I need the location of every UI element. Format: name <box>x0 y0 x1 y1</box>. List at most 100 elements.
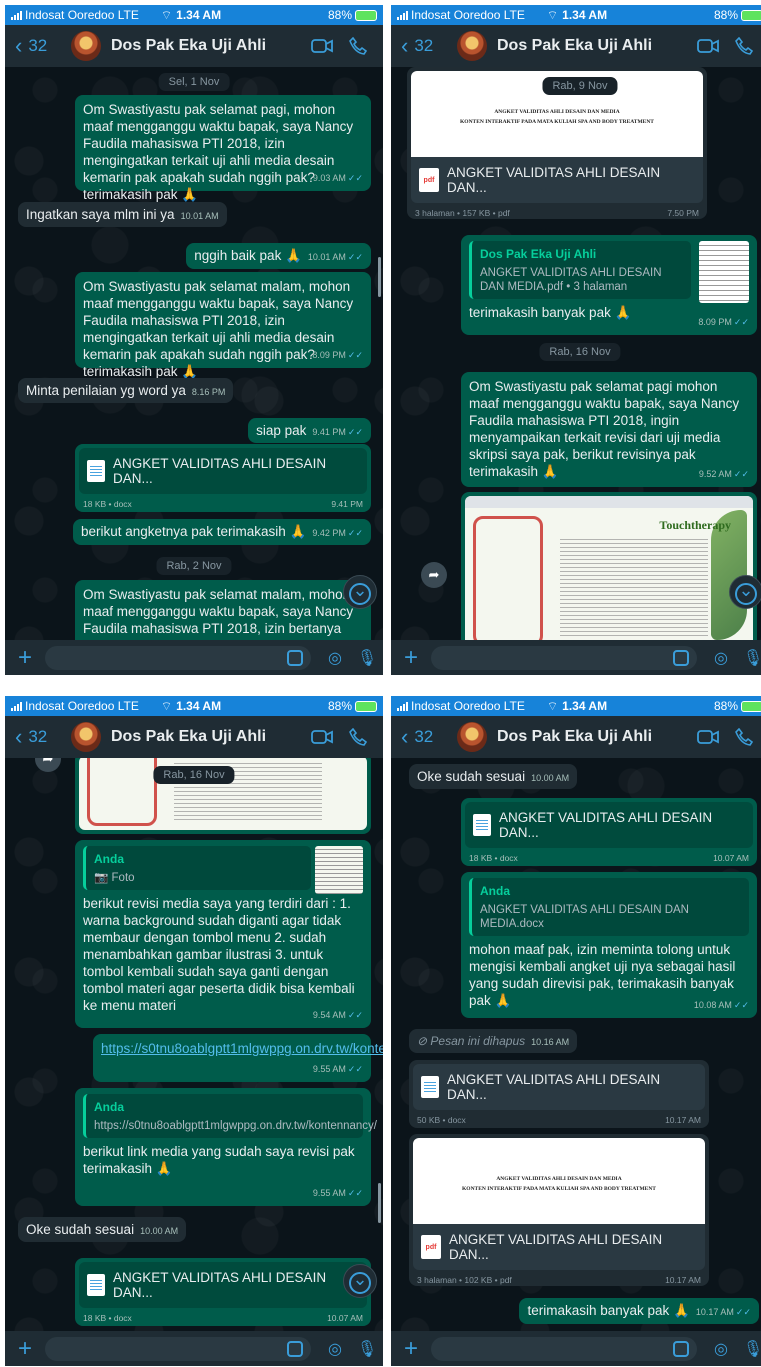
video-call-icon[interactable] <box>697 729 719 745</box>
message-incoming[interactable]: Oke sudah sesuai 10.00 AM <box>18 1217 187 1242</box>
message-input[interactable] <box>431 645 697 670</box>
annotation-box <box>87 758 157 826</box>
carrier-label: Indosat Ooredoo LTE <box>25 8 139 22</box>
image-thumbnail: Touchtherapy <box>465 496 753 640</box>
plus-icon[interactable]: + <box>391 644 431 672</box>
back-button[interactable]: ‹ 32 <box>401 35 457 57</box>
scrollbar[interactable] <box>378 1183 381 1223</box>
deleted-message[interactable]: ⊘ Pesan ini dihapus 10.16 AM <box>409 1029 578 1053</box>
scroll-down-icon[interactable] <box>729 575 761 609</box>
mic-icon[interactable]: 🎙 <box>351 648 383 668</box>
chat-area[interactable]: Oke sudah sesuai 10.00 AM ANGKET VALIDITA… <box>391 758 761 1331</box>
phone-icon[interactable] <box>349 37 367 55</box>
doc-icon <box>87 460 105 482</box>
browser-bar <box>465 496 753 508</box>
message-incoming[interactable]: Minta penilaian yg word ya 8.16 PM <box>18 378 234 403</box>
document-name: ANGKET VALIDITAS AHLI DESAIN DAN... <box>499 810 713 840</box>
sticker-icon[interactable] <box>287 1340 303 1357</box>
message-outgoing[interactable]: nggih baik pak 🙏 10.01 AM ✓✓ <box>186 243 371 269</box>
video-call-icon[interactable] <box>311 38 333 54</box>
camera-icon[interactable]: ◎ <box>319 1339 351 1359</box>
chat-area[interactable]: ANGKET VALIDITAS AHLI DESAIN DAN MEDIA KO… <box>391 67 761 640</box>
avatar[interactable] <box>71 31 101 61</box>
back-button[interactable]: ‹ 32 <box>15 726 71 748</box>
camera-icon[interactable]: ◎ <box>319 648 351 668</box>
avatar[interactable] <box>71 722 101 752</box>
annotation-box <box>473 516 543 640</box>
chat-header: ‹ 32 Dos Pak Eka Uji Ahli <box>5 716 383 758</box>
forward-icon[interactable]: ➦ <box>421 562 447 588</box>
back-button[interactable]: ‹ 32 <box>401 726 457 748</box>
contact-name[interactable]: Dos Pak Eka Uji Ahli <box>111 37 311 55</box>
contact-name[interactable]: Dos Pak Eka Uji Ahli <box>111 728 311 746</box>
phone-icon[interactable] <box>349 728 367 746</box>
video-call-icon[interactable] <box>311 729 333 745</box>
mic-icon[interactable]: 🎙 <box>737 648 761 668</box>
message-incoming[interactable]: Ingatkan saya mlm ini ya 10.01 AM <box>18 202 227 227</box>
scrollbar[interactable] <box>378 257 381 297</box>
document-name: ANGKET VALIDITAS AHLI DESAIN DAN... <box>113 456 327 486</box>
link[interactable]: https://s0tnu8oablgptt1mlgwppg.on.drv.tw… <box>101 1041 383 1056</box>
document-message[interactable]: ANGKET VALIDITAS AHLI DESAIN DAN... 18 K… <box>75 444 371 512</box>
avatar[interactable] <box>457 31 487 61</box>
plus-icon[interactable]: + <box>5 1335 45 1363</box>
message-outgoing[interactable]: Om Swastiyastu pak selamat pagi mohon ma… <box>461 372 757 487</box>
composer: + ◎ 🎙 <box>391 640 761 675</box>
contact-name[interactable]: Dos Pak Eka Uji Ahli <box>497 728 697 746</box>
avatar[interactable] <box>457 722 487 752</box>
message-outgoing[interactable]: siap pak 9.41 PM ✓✓ <box>248 418 371 443</box>
back-button[interactable]: ‹ 32 <box>15 35 71 57</box>
message-outgoing[interactable]: Om Swastiyastu pak selamat malam, mohon … <box>75 272 371 379</box>
phone-icon[interactable] <box>735 37 753 55</box>
document-message[interactable]: ANGKET VALIDITAS AHLI DESAIN DAN... 50 K… <box>409 1060 709 1128</box>
forward-icon[interactable]: ➦ <box>35 758 61 772</box>
image-message[interactable]: Touchtherapy <box>461 492 757 640</box>
deleted-icon: ⊘ <box>417 1034 428 1048</box>
contact-name[interactable]: Dos Pak Eka Uji Ahli <box>497 37 697 55</box>
message-input[interactable] <box>45 645 311 670</box>
clock: 1.34 AM <box>562 8 608 22</box>
date-separator: Sel, 1 Nov <box>158 73 230 91</box>
chat-header: ‹ 32 Dos Pak Eka Uji Ahli <box>391 716 761 758</box>
message-outgoing[interactable]: Om Swastiyastu pak selamat pagi, mohon m… <box>75 95 371 202</box>
back-chevron-icon: ‹ <box>401 724 409 749</box>
message-outgoing[interactable]: Anda https://s0tnu8oablgptt1mlgwppg.on.dr… <box>75 1088 377 1206</box>
message-input[interactable] <box>431 1336 697 1361</box>
plus-icon[interactable]: + <box>5 644 45 672</box>
phone-icon[interactable] <box>735 728 753 746</box>
carrier-label: Indosat Ooredoo LTE <box>25 699 139 713</box>
sticker-icon[interactable] <box>287 649 303 666</box>
message-outgoing[interactable]: Dos Pak Eka Uji Ahli ANGKET VALIDITAS AHL… <box>461 235 757 335</box>
mic-icon[interactable]: 🎙 <box>737 1339 761 1359</box>
scroll-down-icon[interactable] <box>343 575 377 609</box>
chat-area[interactable]: Sel, 1 Nov Om Swastiyastu pak selamat pa… <box>5 67 383 640</box>
status-bar: Indosat Ooredoo LTE ⌔ 1.34 AM 88% <box>5 5 383 25</box>
pdf-message[interactable]: ANGKET VALIDITAS AHLI DESAIN DAN MEDIA KO… <box>409 1134 709 1286</box>
camera-icon[interactable]: ◎ <box>705 1339 737 1359</box>
mic-icon[interactable]: 🎙 <box>351 1339 383 1359</box>
message-outgoing[interactable]: Anda 📷 Foto berikut revisi media saya yan… <box>75 840 371 1028</box>
document-message[interactable]: ANGKET VALIDITAS AHLI DESAIN DAN... 18 K… <box>75 1258 371 1326</box>
scroll-down-icon[interactable] <box>343 1264 377 1298</box>
plus-icon[interactable]: + <box>391 1335 431 1363</box>
message-incoming[interactable]: Oke sudah sesuai 10.00 AM <box>409 764 578 789</box>
camera-icon[interactable]: ◎ <box>705 648 737 668</box>
link-message[interactable]: https://s0tnu8oablgptt1mlgwppg.on.drv.tw… <box>93 1034 383 1082</box>
sticker-icon[interactable] <box>673 649 689 666</box>
unread-count: 32 <box>28 727 48 746</box>
video-call-icon[interactable] <box>697 38 719 54</box>
message-outgoing[interactable]: Om Swastiyastu pak selamat malam, mohon … <box>75 580 371 640</box>
document-message[interactable]: ANGKET VALIDITAS AHLI DESAIN DAN... 18 K… <box>461 798 757 866</box>
doc-icon <box>421 1076 439 1098</box>
document-name: ANGKET VALIDITAS AHLI DESAIN DAN... <box>449 1232 663 1262</box>
clock: 1.34 AM <box>562 699 608 713</box>
message-outgoing[interactable]: Anda ANGKET VALIDITAS AHLI DESAIN DAN MED… <box>461 872 757 1018</box>
chat-area[interactable]: ➦ Rab, 16 Nov Anda 📷 Foto berikut revisi … <box>5 758 383 1331</box>
sticker-icon[interactable] <box>673 1340 689 1357</box>
message-input[interactable] <box>45 1336 311 1361</box>
photo-icon: 📷 <box>94 872 109 884</box>
back-chevron-icon: ‹ <box>401 33 409 58</box>
message-outgoing[interactable]: berikut angketnya pak terimakasih 🙏 9.42 … <box>72 519 371 545</box>
message-outgoing[interactable]: terimakasih banyak pak 🙏 10.17 AM ✓✓ <box>519 1298 759 1324</box>
battery-indicator: 88% <box>328 699 377 713</box>
